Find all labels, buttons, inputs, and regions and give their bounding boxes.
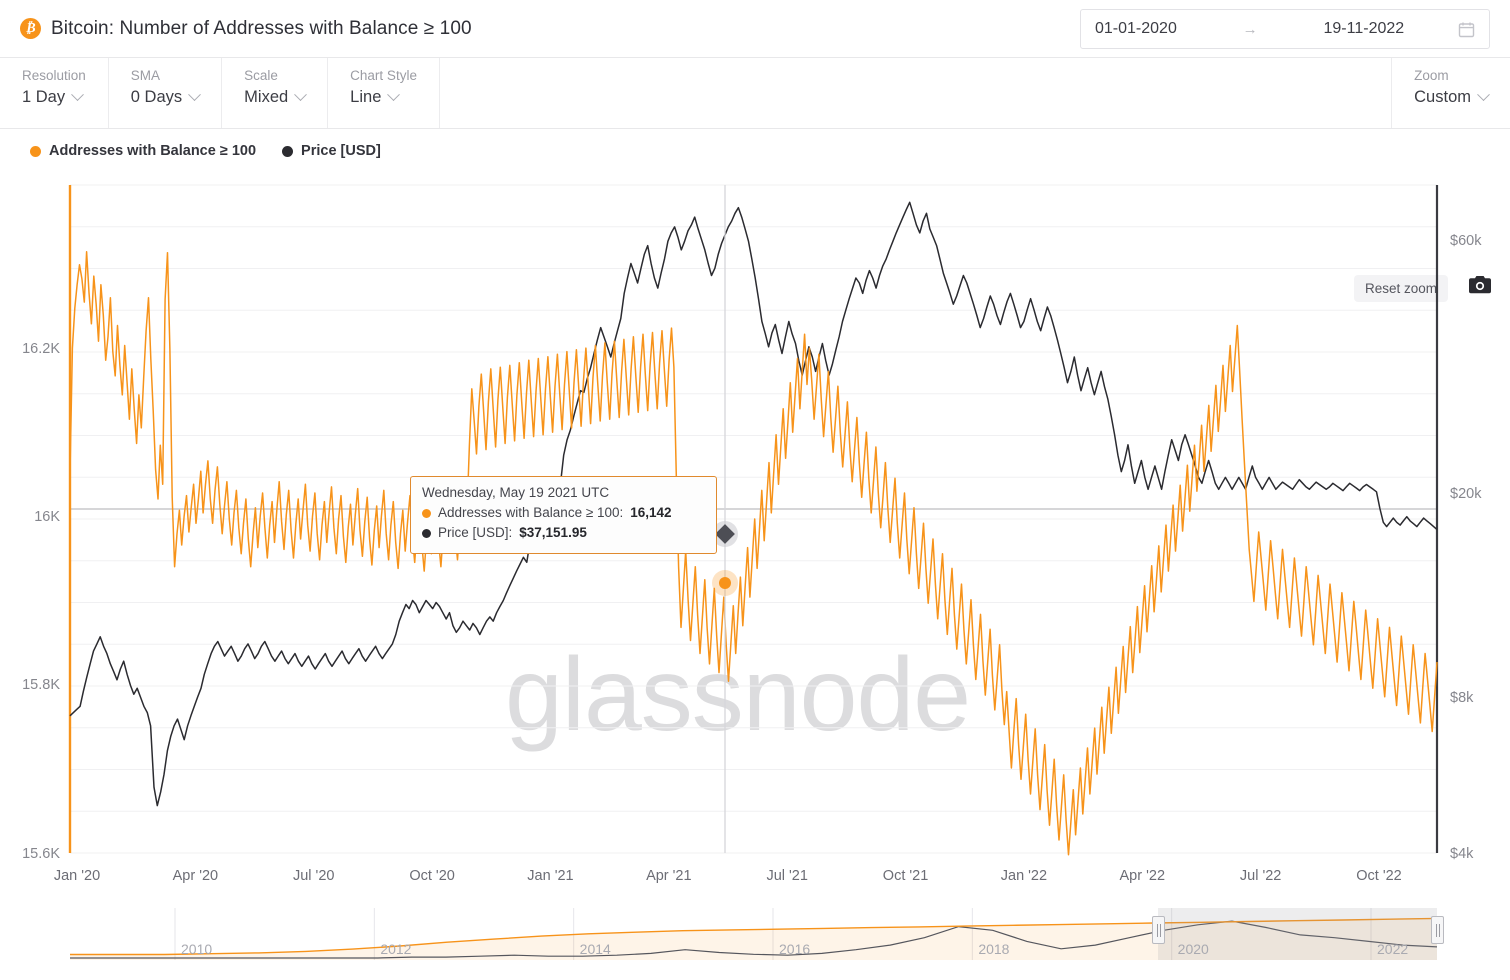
chart-style-label: Chart Style (350, 68, 417, 83)
title-group: ₿ Bitcoin: Number of Addresses with Bala… (20, 18, 472, 40)
zoom-selector[interactable]: Zoom Custom (1392, 58, 1510, 128)
svg-text:2016: 2016 (779, 941, 810, 957)
svg-text:Oct '22: Oct '22 (1356, 868, 1401, 884)
resolution-selector[interactable]: Resolution 1 Day (0, 58, 109, 128)
grid-lines (70, 184, 1437, 854)
svg-text:Oct '21: Oct '21 (883, 868, 928, 884)
scale-label: Scale (244, 68, 278, 83)
svg-text:2014: 2014 (580, 941, 611, 957)
chevron-down-icon (188, 88, 202, 102)
svg-text:2012: 2012 (380, 941, 411, 957)
resolution-value[interactable]: 1 Day (22, 88, 86, 107)
svg-text:Oct '20: Oct '20 (409, 868, 454, 884)
tooltip-value-price: $37,151.95 (519, 525, 587, 541)
scale-value[interactable]: Mixed (244, 88, 308, 107)
chevron-down-icon (1477, 88, 1490, 102)
tooltip-row-addresses: Addresses with Balance ≥ 100: 16,142 (422, 503, 705, 523)
svg-text:16K: 16K (34, 509, 60, 525)
crosshair-addresses-marker (719, 577, 731, 589)
resolution-label: Resolution (22, 68, 86, 83)
price-line (69, 201, 1438, 807)
chevron-down-icon (387, 88, 401, 102)
sma-label: SMA (130, 68, 161, 83)
sma-value[interactable]: 0 Days (130, 88, 202, 107)
navigator-svg: 2010 2012 2014 2016 2018 2020 2022 (70, 908, 1438, 960)
zoom-value[interactable]: Custom (1414, 88, 1490, 107)
svg-text:$20k: $20k (1450, 486, 1482, 502)
date-range-arrow-icon: → (1242, 20, 1258, 38)
legend-item-price[interactable]: Price [USD] (282, 143, 381, 159)
svg-text:$8k: $8k (1450, 690, 1474, 706)
date-to-input[interactable]: 19-11-2022 (1324, 20, 1405, 38)
calendar-icon[interactable] (1458, 21, 1475, 38)
scale-value-text: Mixed (244, 88, 289, 106)
svg-text:$60k: $60k (1450, 233, 1482, 249)
bitcoin-icon: ₿ (20, 18, 41, 39)
sma-selector[interactable]: SMA 0 Days (109, 58, 223, 128)
legend-dot-addresses (30, 145, 41, 157)
svg-text:Jan '22: Jan '22 (1001, 868, 1047, 884)
range-navigator[interactable]: 2010 2012 2014 2016 2018 2020 2022 (0, 900, 1510, 980)
svg-text:2022: 2022 (1377, 941, 1408, 957)
chart-style-value-text: Line (350, 88, 382, 106)
y-axis-left-labels: 15.6K 15.8K 16K 16.2K (22, 341, 60, 862)
x-axis-labels: Jan '20 Apr '20 Jul '20 Oct '20 Jan '21 Apr '… (54, 868, 1402, 884)
tooltip-date: Wednesday, May 19 2021 UTC (422, 485, 610, 500)
svg-text:15.8K: 15.8K (22, 677, 60, 693)
date-from-input[interactable]: 01-01-2020 (1095, 20, 1177, 38)
page-title: Bitcoin: Number of Addresses with Balanc… (51, 17, 472, 39)
navigator-handle-right[interactable] (1431, 916, 1444, 944)
chart-svg: 15.6K 15.8K 16K 16.2K $4k $8k $20k $60k Jan '2… (22, 184, 1482, 884)
toolbar-spacer (440, 58, 1393, 128)
chevron-down-icon (294, 88, 308, 102)
svg-text:16.2K: 16.2K (22, 341, 60, 357)
date-range-picker[interactable]: 01-01-2020 → 19-11-2022 (1080, 9, 1490, 49)
svg-text:Jul '22: Jul '22 (1240, 868, 1281, 884)
svg-text:Apr '20: Apr '20 (173, 868, 219, 884)
sma-value-text: 0 Days (130, 88, 183, 106)
page-header: ₿ Bitcoin: Number of Addresses with Bala… (0, 0, 1510, 58)
svg-text:2018: 2018 (978, 941, 1009, 957)
addresses-line (69, 251, 1438, 856)
svg-text:Jan '20: Jan '20 (54, 868, 100, 884)
svg-text:2020: 2020 (1178, 941, 1209, 957)
chart-tooltip: Wednesday, May 19 2021 UTC Addresses wit… (410, 476, 717, 554)
svg-text:15.6K: 15.6K (22, 846, 60, 862)
zoom-value-text: Custom (1414, 88, 1471, 106)
chevron-down-icon (71, 88, 84, 102)
legend-label-addresses: Addresses with Balance ≥ 100 (49, 143, 257, 159)
legend-item-addresses[interactable]: Addresses with Balance ≥ 100 (30, 143, 256, 159)
svg-text:2010: 2010 (181, 941, 212, 957)
legend-dot-price (282, 145, 294, 157)
legend-label-price: Price [USD] (301, 143, 381, 159)
svg-text:Apr '22: Apr '22 (1120, 868, 1166, 884)
svg-text:Jul '20: Jul '20 (293, 868, 334, 884)
svg-text:Jul '21: Jul '21 (766, 868, 807, 884)
chart-style-value[interactable]: Line (350, 88, 417, 107)
tooltip-dot-addresses (422, 508, 431, 518)
svg-text:Jan '21: Jan '21 (527, 868, 573, 884)
chart-style-selector[interactable]: Chart Style Line (328, 58, 440, 128)
tooltip-value-addresses: 16,142 (630, 505, 672, 520)
zoom-label: Zoom (1414, 68, 1449, 83)
svg-text:Apr '21: Apr '21 (646, 868, 692, 884)
tooltip-dot-price (422, 528, 431, 538)
svg-text:$4k: $4k (1450, 846, 1474, 862)
tooltip-row-price: Price [USD]: $37,151.95 (422, 523, 705, 543)
tooltip-label-price: Price [USD]: (438, 525, 513, 541)
legend: Addresses with Balance ≥ 100 Price [USD] (30, 143, 381, 159)
chart-plot-area[interactable]: glassnode 15.6K 15.8K 16K 16.2K $4k $8k $20k $… (0, 181, 1510, 900)
legend-bar: Addresses with Balance ≥ 100 Price [USD]… (0, 129, 1510, 302)
chart-toolbar: Resolution 1 Day SMA 0 Days Scale Mixed … (0, 58, 1510, 129)
scale-selector[interactable]: Scale Mixed (222, 58, 329, 128)
tooltip-label-addresses: Addresses with Balance ≥ 100: (438, 505, 624, 520)
y-axis-right-labels: $4k $8k $20k $60k (1450, 233, 1482, 862)
navigator-handle-left[interactable] (1152, 916, 1165, 944)
resolution-value-text: 1 Day (22, 88, 66, 106)
